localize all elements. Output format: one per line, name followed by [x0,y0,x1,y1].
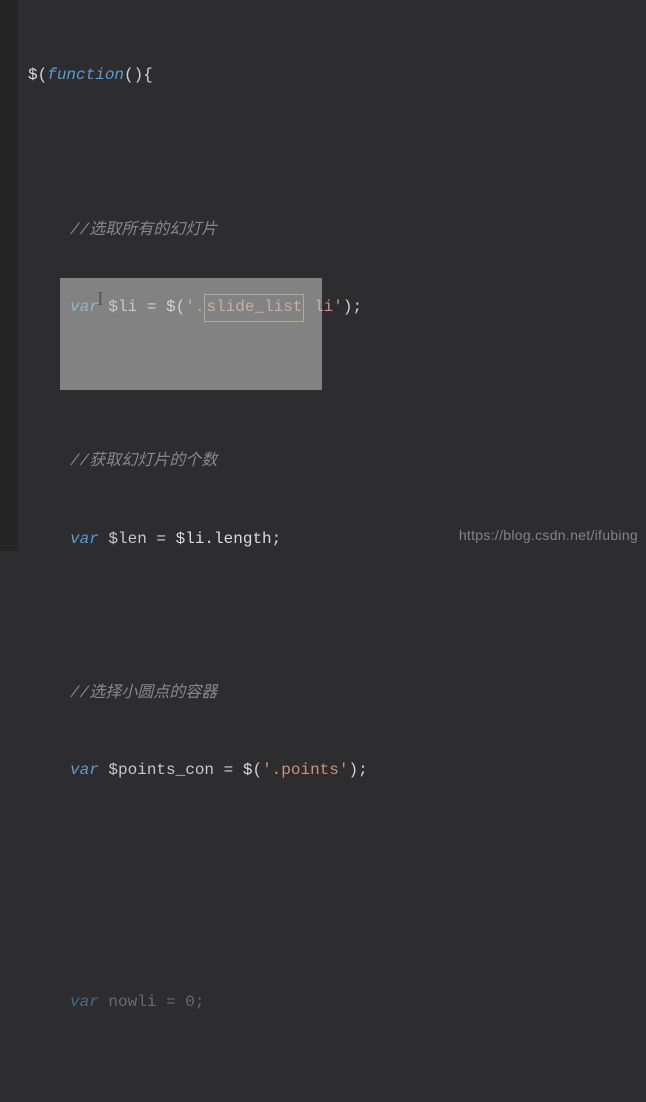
code-line[interactable]: var $li = $('.slide_list li'); [28,295,646,321]
paren: ( [252,758,262,784]
keyword-var: var [70,990,99,1016]
watermark-text: https://blog.csdn.net/ifubing [459,527,638,543]
comment: //选取所有的幻灯片 [70,218,217,244]
paren: ); [348,758,367,784]
paren: ( [176,295,186,321]
equals: = [166,990,185,1016]
dollar-sign: $ [243,758,253,784]
paren-brace: (){ [124,63,153,89]
line-number-gutter [0,0,18,551]
paren: ); [343,295,362,321]
equals: = [147,295,166,321]
expression: $li.length; [176,527,282,553]
string: '.points' [262,758,348,784]
variable: $points_con [99,758,224,784]
code-line-selected[interactable]: var nowli = 0; [28,989,646,1015]
code-line[interactable]: //选择小圆点的容器 [28,681,646,707]
variable: nowli [99,990,166,1016]
code-line[interactable]: //选取所有的幻灯片 [28,218,646,244]
number: 0 [185,990,195,1016]
blank-line[interactable] [28,835,646,861]
comment: //获取幻灯片的个数 [70,449,217,475]
blank-line[interactable] [28,140,646,166]
dollar-sign: $ [28,63,38,89]
code-line[interactable]: $(function(){ [28,63,646,89]
comment: //选择小圆点的容器 [70,681,217,707]
dollar-sign: $ [166,295,176,321]
blank-line[interactable] [28,912,646,938]
keyword-var: var [70,527,99,553]
code-editor[interactable]: $(function(){ //选取所有的幻灯片 var $li = $('.s… [0,0,646,1102]
string: '. [185,295,204,321]
paren: ( [38,63,48,89]
equals: = [224,758,243,784]
string: li' [304,295,342,321]
code-line[interactable]: //获取幻灯片的个数 [28,449,646,475]
blank-line[interactable] [28,604,646,630]
variable: $li [99,295,147,321]
variable: $len [99,527,157,553]
keyword-var: var [70,758,99,784]
keyword-function: function [47,63,124,89]
code-line[interactable]: var $points_con = $('.points'); [28,758,646,784]
blank-line[interactable] [28,1067,646,1093]
equals: = [156,527,175,553]
semicolon: ; [195,990,205,1016]
selector-boxed: slide_list [204,294,304,322]
blank-line[interactable] [28,372,646,398]
keyword-var: var [70,295,99,321]
